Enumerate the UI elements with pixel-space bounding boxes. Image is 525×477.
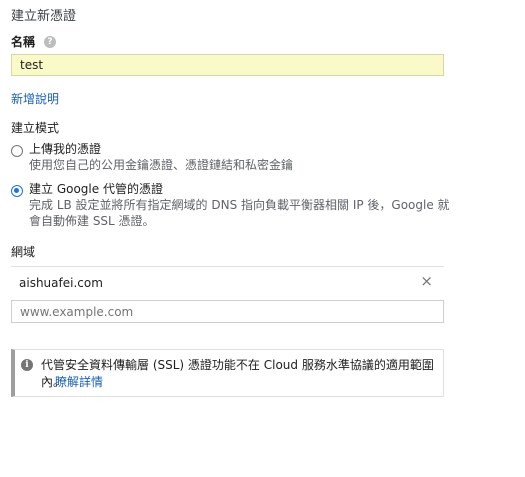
radio-upload-certificate[interactable]: [11, 145, 23, 157]
name-input[interactable]: test: [11, 54, 444, 76]
upload-certificate-description: 使用您自己的公用金鑰憑證、憑證鏈結和私密金鑰: [29, 158, 294, 172]
google-managed-certificate-label[interactable]: 建立 Google 代管的憑證: [29, 182, 163, 197]
name-label: 名稱: [11, 35, 36, 49]
page-title: 建立新憑證: [11, 9, 77, 24]
add-description-link[interactable]: 新增說明: [11, 92, 59, 107]
domain-input[interactable]: [11, 300, 444, 323]
help-icon[interactable]: ?: [44, 36, 56, 48]
learn-more-link[interactable]: 瞭解詳情: [55, 375, 103, 390]
domains-heading: 網域: [11, 245, 36, 259]
sla-notice-line1: 代管安全資料傳輸層 (SSL) 憑證功能不在 Cloud 服務水準協議的適用範圍: [41, 358, 434, 372]
google-managed-description-line2: 會自動佈建 SSL 憑證。: [29, 214, 155, 228]
domain-entry-value: aishuafei.com: [19, 276, 103, 290]
create-mode-heading: 建立模式: [11, 121, 60, 135]
domain-entry-row: aishuafei.com ×: [11, 267, 444, 296]
name-input-value: test: [20, 58, 44, 72]
radio-google-managed-certificate[interactable]: [11, 185, 23, 197]
sla-notice: i 代管安全資料傳輸層 (SSL) 憑證功能不在 Cloud 服務水準協議的適用…: [11, 349, 444, 397]
remove-domain-icon[interactable]: ×: [420, 273, 433, 289]
google-managed-description-line1: 完成 LB 設定並將所有指定網域的 DNS 指向負載平衡器相關 IP 後，Goo…: [29, 198, 450, 212]
info-icon: i: [21, 359, 33, 371]
upload-certificate-label[interactable]: 上傳我的憑證: [29, 142, 101, 157]
